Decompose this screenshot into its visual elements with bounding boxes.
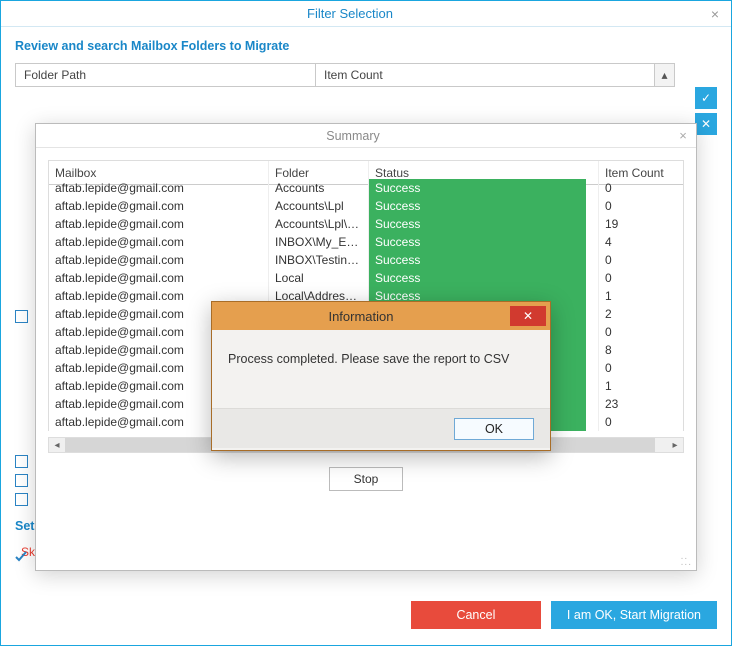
table-row[interactable]: aftab.lepide@gmail.comLocalSuccess 0: [49, 269, 683, 287]
check-icon: ✓: [701, 91, 711, 105]
cell-folder: Accounts\Lpl: [269, 197, 369, 215]
status-badge: Success: [369, 233, 586, 251]
summary-title: Summary: [36, 129, 670, 143]
summary-titlebar: Summary ×: [36, 124, 696, 148]
cell-item-count: 2: [599, 305, 683, 323]
cell-mailbox: aftab.lepide@gmail.com: [49, 197, 269, 215]
status-badge: Success: [369, 197, 586, 215]
table-row[interactable]: aftab.lepide@gmail.comINBOX\Testing MSuc…: [49, 251, 683, 269]
cell-folder: Local: [269, 269, 369, 287]
window-titlebar: Filter Selection ×: [1, 1, 731, 27]
cell-mailbox: aftab.lepide@gmail.com: [49, 233, 269, 251]
cell-status: Success: [369, 269, 599, 287]
header-folder-path[interactable]: Folder Path: [16, 64, 316, 86]
cell-mailbox: aftab.lepide@gmail.com: [49, 269, 269, 287]
cell-folder: INBOX\Testing M: [269, 251, 369, 269]
cell-item-count: 1: [599, 377, 683, 395]
info-message: Process completed. Please save the repor…: [212, 330, 550, 408]
cell-item-count: 0: [599, 197, 683, 215]
cell-item-count: 0: [599, 251, 683, 269]
status-badge: Success: [369, 269, 586, 287]
folder-checkbox[interactable]: [15, 474, 28, 487]
cell-status: Success: [369, 251, 599, 269]
info-titlebar: Information ✕: [212, 302, 550, 330]
scroll-left-icon[interactable]: ◂: [49, 440, 65, 451]
cell-folder: INBOX\My_Emails: [269, 233, 369, 251]
filter-selection-window: Filter Selection × Review and search Mai…: [0, 0, 732, 646]
info-title: Information: [212, 309, 510, 324]
status-badge: Success: [369, 179, 586, 197]
cell-status: Success: [369, 233, 599, 251]
window-title: Filter Selection: [1, 6, 699, 21]
table-row[interactable]: aftab.lepide@gmail.comAccounts\LplSucces…: [49, 197, 683, 215]
cell-item-count: 0: [599, 269, 683, 287]
stop-button[interactable]: Stop: [329, 467, 404, 491]
cell-status: Success: [369, 215, 599, 233]
cell-mailbox: aftab.lepide@gmail.com: [49, 215, 269, 233]
cell-item-count: 8: [599, 341, 683, 359]
folder-checkbox[interactable]: [15, 310, 28, 323]
clear-all-button[interactable]: ✕: [695, 113, 717, 135]
action-buttons: Cancel I am OK, Start Migration: [15, 601, 717, 629]
cell-folder: Accounts: [269, 179, 369, 197]
info-close-button[interactable]: ✕: [510, 306, 546, 326]
cell-item-count: 0: [599, 413, 683, 431]
cell-mailbox: aftab.lepide@gmail.com: [49, 179, 269, 197]
cell-item-count: 0: [599, 359, 683, 377]
scroll-right-icon[interactable]: ▸: [667, 440, 683, 451]
folder-checkbox[interactable]: [15, 455, 28, 468]
cell-item-count: 0: [599, 179, 683, 197]
cell-item-count: 4: [599, 233, 683, 251]
status-badge: Success: [369, 251, 586, 269]
selection-side-buttons: ✓ ✕: [695, 87, 717, 139]
status-badge: Success: [369, 215, 586, 233]
close-icon: ✕: [523, 309, 533, 323]
window-close-button[interactable]: ×: [699, 1, 731, 27]
grid-scroll-up[interactable]: ▴: [654, 64, 674, 86]
x-icon: ✕: [701, 117, 711, 131]
folder-grid-header: Folder Path Item Count ▴: [15, 63, 675, 87]
start-migration-button[interactable]: I am OK, Start Migration: [551, 601, 717, 629]
section-heading: Review and search Mailbox Folders to Mig…: [1, 27, 731, 63]
cell-status: Success: [369, 179, 599, 197]
cell-item-count: 0: [599, 323, 683, 341]
table-row[interactable]: aftab.lepide@gmail.comAccounts\Lpl\N...S…: [49, 215, 683, 233]
resize-grip-icon[interactable]: .....: [681, 554, 692, 566]
window-body: Review and search Mailbox Folders to Mig…: [1, 27, 731, 645]
cell-item-count: 19: [599, 215, 683, 233]
cell-item-count: 1: [599, 287, 683, 305]
information-dialog: Information ✕ Process completed. Please …: [211, 301, 551, 451]
cell-status: Success: [369, 197, 599, 215]
table-row[interactable]: aftab.lepide@gmail.comINBOX\My_EmailsSuc…: [49, 233, 683, 251]
cancel-button[interactable]: Cancel: [411, 601, 541, 629]
cell-item-count: 23: [599, 395, 683, 413]
cell-folder: Accounts\Lpl\N...: [269, 215, 369, 233]
info-button-row: OK: [212, 408, 550, 448]
summary-grid-header: Mailbox Folder Status Item Count: [49, 161, 683, 179]
cell-mailbox: aftab.lepide@gmail.com: [49, 251, 269, 269]
summary-close-button[interactable]: ×: [670, 128, 696, 143]
ok-button[interactable]: OK: [454, 418, 534, 440]
folder-checkboxes: [15, 310, 29, 506]
select-all-button[interactable]: ✓: [695, 87, 717, 109]
table-row[interactable]: aftab.lepide@gmail.comAccountsSuccess 0: [49, 179, 683, 197]
header-item-count[interactable]: Item Count: [316, 64, 654, 86]
